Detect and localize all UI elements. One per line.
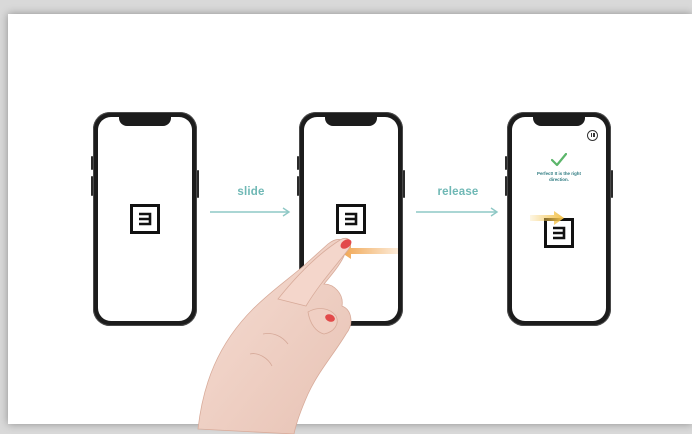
step-label-release: release [437, 186, 479, 198]
right-arrow-icon [416, 207, 499, 217]
step-arrow-release: release [416, 186, 500, 217]
step-label-slide: slide [237, 186, 265, 198]
phone-step-3: Perfect! It is the right direction. [505, 112, 613, 326]
success-message-line2: direction. [549, 176, 569, 182]
checkmark-icon [551, 153, 567, 167]
success-message: Perfect! It is the right direction. [520, 171, 598, 182]
hand-illustration [197, 237, 352, 434]
swipe-right-arrow-icon [530, 211, 564, 225]
tutorial-illustration: slide release Perfect! It is the right d… [8, 14, 692, 434]
phone-screen: Perfect! It is the right direction. [512, 117, 606, 321]
step-arrow-slide: slide [210, 186, 292, 217]
pause-icon[interactable] [587, 130, 598, 141]
app-logo-icon[interactable] [130, 204, 160, 234]
